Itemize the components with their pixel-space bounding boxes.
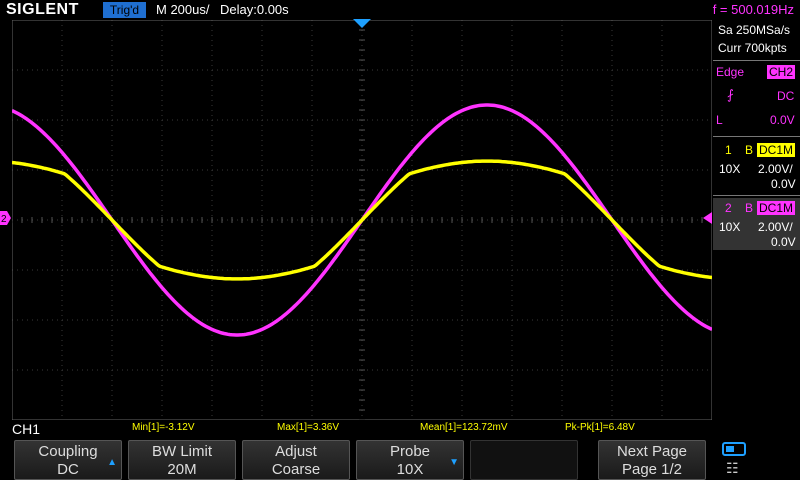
ch1-scale: 2.00V/ [758, 162, 793, 176]
trigger-level-marker[interactable] [701, 212, 713, 224]
ch2-scale: 2.00V/ [758, 220, 793, 234]
trigger-type-label: Edge [716, 65, 745, 79]
measure-mean: Mean[1]=123.72mV [420, 422, 508, 433]
next-page-softkey[interactable]: Next Page Page 1/2 [598, 440, 706, 480]
panel-divider [713, 195, 800, 196]
ch2-number: 2 [725, 201, 732, 215]
status-bar: SIGLENT Trig'd M 200us/ Delay:0.00s f = … [0, 0, 800, 20]
rising-edge-icon: ⨏ [727, 87, 734, 102]
ch1-probe: 10X [719, 162, 741, 176]
trigger-info-box[interactable]: Edge CH2 ⨏ DC L 0.0V [713, 62, 800, 132]
softkey-label [471, 441, 577, 443]
ch1-info-box[interactable]: 1 B DC1M 10X 2.00V/ 0.0V [713, 140, 800, 192]
adjust-softkey[interactable]: Adjust Coarse [242, 440, 350, 480]
panel-divider [713, 60, 800, 61]
waveform-display[interactable] [12, 20, 712, 420]
ch1-bw-flag: B [745, 143, 754, 157]
ch1-number: 1 [725, 143, 732, 157]
softkey-value: 20M [167, 461, 197, 478]
softkey-label: Next Page [616, 443, 688, 460]
ch2-probe: 10X [719, 220, 741, 234]
frequency-readout: f = 500.019Hz [712, 2, 794, 17]
ch2-bw-flag: B [745, 201, 754, 215]
usb-icon [722, 442, 746, 456]
sample-rate-readout: Sa 250MSa/s [718, 23, 791, 37]
coupling-softkey[interactable]: Coupling DC ▲ [14, 440, 122, 480]
measure-max: Max[1]=3.36V [277, 422, 339, 433]
timebase-readout[interactable]: M 200us/ [156, 2, 209, 17]
measure-min: Min[1]=-3.12V [132, 422, 195, 433]
delay-readout[interactable]: Delay:0.00s [220, 2, 289, 17]
ch2-info-box[interactable]: 2 B DC1M 10X 2.00V/ 0.0V [713, 198, 800, 250]
bw-limit-softkey[interactable]: BW Limit 20M [128, 440, 236, 480]
up-arrow-icon: ▲ [107, 457, 117, 468]
ch2-coupling: DC1M [757, 201, 796, 215]
empty-softkey[interactable] [470, 440, 578, 480]
measure-pkpk: Pk-Pk[1]=6.48V [565, 422, 635, 433]
softkey-label: Coupling [38, 443, 98, 460]
softkey-label: Adjust [275, 443, 317, 460]
probe-softkey[interactable]: Probe 10X ▼ [356, 440, 464, 480]
ch2-offset-marker[interactable]: 2 [0, 211, 12, 225]
down-arrow-icon: ▼ [449, 457, 459, 468]
trigger-status-badge: Trig'd [103, 2, 146, 18]
ch1-offset: 0.0V [771, 177, 796, 191]
trigger-level-value: 0.0V [770, 113, 795, 127]
trigger-coupling-label: DC [777, 89, 795, 103]
softkey-label: Probe [389, 443, 431, 460]
softkey-value: DC [57, 461, 79, 478]
network-icon: ☷ [726, 460, 739, 476]
softkey-bar: Coupling DC ▲ BW Limit 20M Adjust Coarse… [0, 438, 800, 480]
trigger-source-label: CH2 [767, 65, 796, 79]
softkey-label: BW Limit [152, 443, 212, 460]
brand-logo: SIGLENT [6, 1, 79, 18]
memory-depth-readout: Curr 700kpts [718, 41, 787, 55]
ch2-offset: 0.0V [771, 235, 796, 249]
panel-divider [713, 136, 800, 137]
trigger-position-marker[interactable] [352, 18, 372, 30]
measure-channel-label: CH1 [12, 421, 41, 437]
softkey-value: Page 1/2 [621, 461, 683, 478]
ch1-coupling: DC1M [757, 143, 796, 157]
softkey-value: 10X [396, 461, 424, 478]
svg-text:2: 2 [1, 214, 7, 225]
softkey-value: Coarse [271, 461, 321, 478]
trigger-level-mode: L [716, 113, 723, 127]
